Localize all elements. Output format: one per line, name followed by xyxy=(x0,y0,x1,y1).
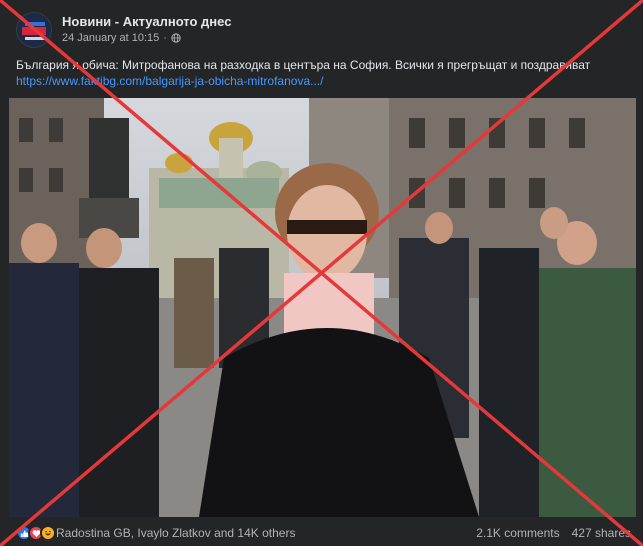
page-avatar[interactable] xyxy=(16,12,52,48)
facebook-post: Новини - Актуалното днес 24 January at 1… xyxy=(0,0,643,546)
post-photo[interactable] xyxy=(9,98,636,517)
post-header: Новини - Актуалното днес 24 January at 1… xyxy=(16,10,231,50)
caption-text: България я обича: Митрофанова на разходк… xyxy=(16,58,591,72)
reactions-summary[interactable]: Radostina GB, Ivaylo Zlatkov and 14K oth… xyxy=(16,525,295,541)
shares-count[interactable]: 427 shares xyxy=(572,526,631,540)
article-link[interactable]: https://www.faktibg.com/balgarija-ja-obi… xyxy=(16,73,631,89)
post-subline: 24 January at 10:15 · xyxy=(62,30,231,46)
engagement-counts: 2.1K comments 427 shares xyxy=(476,526,631,540)
reaction-icons xyxy=(16,525,56,541)
comments-count[interactable]: 2.1K comments xyxy=(476,526,559,540)
page-name[interactable]: Новини - Актуалното днес xyxy=(62,14,231,30)
sunglasses xyxy=(287,220,367,234)
haha-icon xyxy=(40,525,56,541)
post-timestamp[interactable]: 24 January at 10:15 xyxy=(62,30,159,46)
statue xyxy=(89,118,129,208)
separator-dot: · xyxy=(163,32,167,44)
post-caption: България я обича: Митрофанова на разходк… xyxy=(16,57,631,89)
post-footer: Radostina GB, Ivaylo Zlatkov and 14K oth… xyxy=(16,521,631,545)
person-left-head xyxy=(21,223,57,263)
person-left-2 xyxy=(79,268,159,517)
person-left xyxy=(9,263,79,517)
photo-illustration xyxy=(9,98,636,517)
person-right xyxy=(529,268,636,517)
reactions-text[interactable]: Radostina GB, Ivaylo Zlatkov and 14K oth… xyxy=(56,526,295,540)
globe-icon xyxy=(171,33,181,43)
post-meta: Новини - Актуалното днес 24 January at 1… xyxy=(62,14,231,46)
